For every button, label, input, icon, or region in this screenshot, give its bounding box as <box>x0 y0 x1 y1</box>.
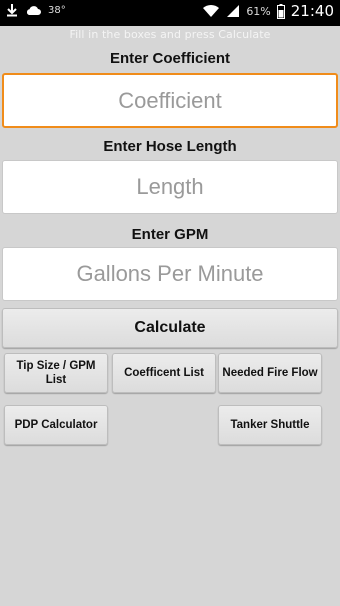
tanker-shuttle-button[interactable]: Tanker Shuttle <box>218 405 322 445</box>
coefficient-input[interactable] <box>4 74 336 127</box>
hose-length-field[interactable] <box>2 160 338 214</box>
wifi-icon <box>203 4 220 17</box>
gpm-label: Enter GPM <box>131 226 209 243</box>
instruction-text: Fill in the boxes and press Calculate <box>69 28 271 41</box>
pdp-calculator-button[interactable]: PDP Calculator <box>4 405 108 445</box>
needed-fire-flow-button[interactable]: Needed Fire Flow <box>218 353 322 393</box>
coefficient-list-button[interactable]: Coefficent List <box>112 353 216 393</box>
calculate-button[interactable]: Calculate <box>2 308 338 348</box>
coefficient-field[interactable] <box>2 73 338 128</box>
hose-length-label: Enter Hose Length <box>103 138 237 155</box>
hose-length-input[interactable] <box>3 160 337 214</box>
temperature-text: 38° <box>48 4 66 16</box>
tip-size-gpm-list-button[interactable]: Tip Size / GPM List <box>4 353 108 393</box>
download-icon <box>7 4 17 17</box>
gpm-input[interactable] <box>3 247 337 301</box>
clock: 21:40 <box>290 2 334 20</box>
battery-icon <box>276 3 285 19</box>
gpm-field[interactable] <box>2 247 338 301</box>
battery-percent: 61% <box>246 4 271 18</box>
coefficient-label: Enter Coefficient <box>109 50 230 67</box>
status-bar: 38° 61% 21:40 <box>0 0 340 26</box>
signal-icon <box>227 5 240 17</box>
cloud-icon <box>26 5 41 15</box>
